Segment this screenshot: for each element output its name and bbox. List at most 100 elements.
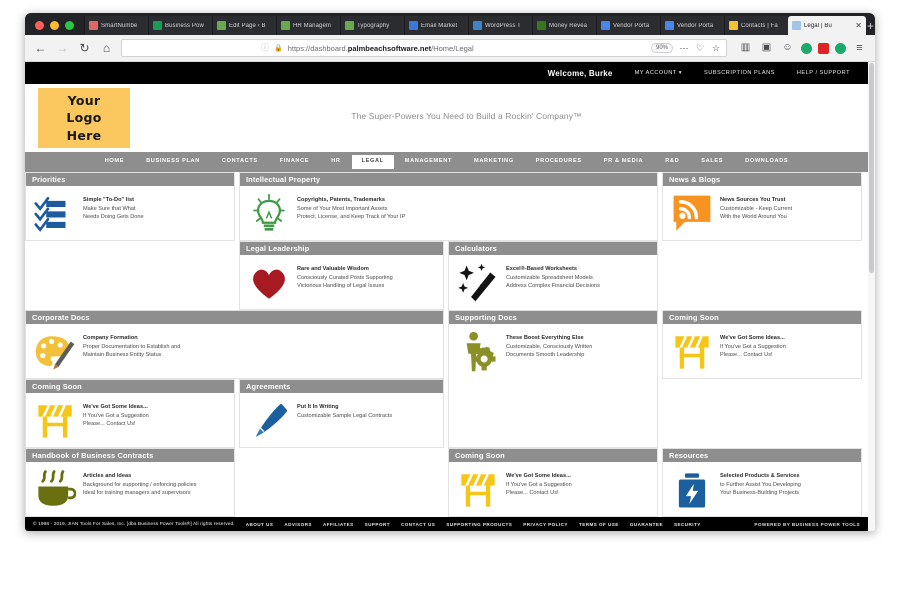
reload-icon[interactable]: ↻ xyxy=(77,42,92,54)
extension-green-circle[interactable] xyxy=(801,42,812,54)
card-body: Put It In Writing Customizable Sample Leg… xyxy=(240,393,443,449)
url-bar[interactable]: ⓘ 🔒 https://dashboard.palmbeachsoftware.… xyxy=(121,39,727,57)
browser-tab[interactable]: Money Revea xyxy=(532,16,596,35)
back-icon[interactable]: ← xyxy=(33,42,48,54)
nav-item-finance[interactable]: FINANCE xyxy=(269,155,320,169)
footer-link-affiliates[interactable]: AFFILIATES xyxy=(323,522,354,527)
card-title: Priorities xyxy=(32,175,66,184)
card-agreements[interactable]: Agreements Put It In Writing Customizable … xyxy=(239,379,444,448)
minimize-window-button[interactable] xyxy=(50,21,59,30)
subscription-plans-link[interactable]: SUBSCRIPTION PLANS xyxy=(704,70,775,76)
browser-tab[interactable]: Contacts | Fa xyxy=(724,16,788,35)
nav-item-hr[interactable]: HR xyxy=(320,155,351,169)
card-line: Please... Contact Us! xyxy=(506,490,559,497)
lock-icon: 🔒 xyxy=(274,45,283,52)
footer-link-supporting-products[interactable]: SUPPORTING PRODUCTS xyxy=(446,522,512,527)
sidebar-icon[interactable]: ▣ xyxy=(759,43,774,53)
card-handbook[interactable]: Handbook of Business Contracts Articles a… xyxy=(25,448,235,517)
hamburger-menu-icon[interactable]: ≡ xyxy=(852,42,867,54)
url-bar-content: ⓘ 🔒 https://dashboard.palmbeachsoftware.… xyxy=(261,44,474,53)
zoom-level-badge[interactable]: 90% xyxy=(650,43,673,53)
site-top-bar: Welcome, Burke MY ACCOUNT ▾ SUBSCRIPTION… xyxy=(25,62,868,84)
help-support-link[interactable]: HELP / SUPPORT xyxy=(797,70,850,76)
footer-link-terms-of-use[interactable]: TERMS OF USE xyxy=(579,522,619,527)
new-tab-button[interactable]: + xyxy=(866,16,875,35)
pen-icon xyxy=(248,400,290,442)
page-scrollbar[interactable] xyxy=(868,62,875,531)
card-corporate-docs[interactable]: Corporate Docs Company Formation Proper Do… xyxy=(25,310,444,379)
card-title: Corporate Docs xyxy=(32,313,90,322)
browser-tab[interactable]: Legal | Bu ✕ xyxy=(788,16,866,35)
bookmark-star-icon[interactable]: ☆ xyxy=(711,43,721,53)
browser-tab[interactable]: Edit Page ‹ B xyxy=(212,16,276,35)
library-icon[interactable]: ▥ xyxy=(738,43,753,53)
scrollbar-thumb[interactable] xyxy=(869,63,874,273)
browser-tab[interactable]: Business Pow xyxy=(148,16,212,35)
card-header: News & Blogs xyxy=(663,173,861,186)
screenshot-root: SmartNumbe Business Pow Edit Page ‹ B HR Ma… xyxy=(0,0,900,589)
browser-tab[interactable]: WordPress T xyxy=(468,16,532,35)
site-main-navigation: HOME BUSINESS PLAN CONTACTS FINANCE HR LEGAL M… xyxy=(25,152,868,172)
card-supporting-docs[interactable]: Supporting Docs These Boost Everything El… xyxy=(448,310,658,448)
battery-bolt-icon xyxy=(671,469,713,511)
nav-item-home[interactable]: HOME xyxy=(94,155,135,169)
nav-item-management[interactable]: MANAGEMENT xyxy=(394,155,463,169)
browser-tab[interactable]: SmartNumbe xyxy=(84,16,148,35)
card-intellectual-property[interactable]: Intellectual Property Copyrights, Patents… xyxy=(239,172,658,241)
card-line: Victorious Handling of Legal Issues xyxy=(297,283,385,290)
nav-item-marketing[interactable]: MARKETING xyxy=(463,155,525,169)
card-resources[interactable]: Resources Selected Products & Services to … xyxy=(662,448,862,517)
home-icon[interactable]: ⌂ xyxy=(99,42,114,54)
browser-tab[interactable]: Email Market xyxy=(404,16,468,35)
card-coming-soon-2[interactable]: Coming Soon We've Got Some Ideas... If You… xyxy=(25,379,235,448)
browser-tab[interactable]: Typography xyxy=(340,16,404,35)
card-coming-soon-3[interactable]: Coming Soon We've Got Some Ideas... If You… xyxy=(448,448,658,517)
my-account-menu[interactable]: MY ACCOUNT ▾ xyxy=(635,70,682,76)
forward-icon[interactable]: → xyxy=(55,42,70,54)
pocket-icon[interactable]: ♡ xyxy=(695,43,705,53)
nav-item-sales[interactable]: SALES xyxy=(690,155,734,169)
card-header: Corporate Docs xyxy=(26,311,443,324)
browser-tab[interactable]: HR Managem xyxy=(276,16,340,35)
card-news-blogs[interactable]: News & Blogs News Sources You Trust Custom… xyxy=(662,172,862,241)
heart-icon xyxy=(248,262,290,304)
close-window-button[interactable] xyxy=(35,21,44,30)
nav-item-procedures[interactable]: PROCEDURES xyxy=(525,155,593,169)
footer-link-guarantee[interactable]: GUARANTEE xyxy=(630,522,663,527)
page-actions-icon[interactable]: ⋯ xyxy=(679,43,689,53)
nav-item-r-d[interactable]: R&D xyxy=(654,155,690,169)
card-body: Selected Products & Services to Further A… xyxy=(663,462,861,518)
footer-link-about-us[interactable]: ABOUT US xyxy=(246,522,274,527)
card-line: If You've Got a Suggestion xyxy=(720,343,786,350)
card-header: Handbook of Business Contracts xyxy=(26,449,234,462)
footer-link-privacy-policy[interactable]: PRIVACY POLICY xyxy=(523,522,568,527)
browser-tab[interactable]: Vendor Porta xyxy=(596,16,660,35)
footer-link-contact-us[interactable]: CONTACT US xyxy=(401,522,435,527)
card-title: Handbook of Business Contracts xyxy=(32,451,154,460)
nav-item-legal[interactable]: LEGAL xyxy=(351,155,394,169)
footer-link-advisors[interactable]: ADVISORS xyxy=(284,522,312,527)
tab-close-icon[interactable]: ✕ xyxy=(855,21,862,30)
footer-link-support[interactable]: SUPPORT xyxy=(365,522,390,527)
maximize-window-button[interactable] xyxy=(65,21,74,30)
card-body: We've Got Some Ideas... If You've Got a S… xyxy=(26,393,234,449)
extension-red-square[interactable] xyxy=(818,42,829,54)
browser-tab[interactable]: Vendor Porta xyxy=(660,16,724,35)
card-priorities[interactable]: Priorities Simple "To-Do" list Make Sure t… xyxy=(25,172,235,241)
card-line: Maintain Business Entity Status xyxy=(83,352,162,359)
nav-item-downloads[interactable]: DOWNLOADS xyxy=(734,155,799,169)
nav-item-contacts[interactable]: CONTACTS xyxy=(211,155,269,169)
card-coming-soon-1[interactable]: Coming Soon We've Got Some Ideas... If You… xyxy=(662,310,862,379)
shield-icon[interactable]: ⓘ xyxy=(261,44,269,52)
account-icon[interactable]: ☺ xyxy=(780,43,795,53)
nav-item-business-plan[interactable]: BUSINESS PLAN xyxy=(135,155,211,169)
footer-link-security[interactable]: SECURITY xyxy=(674,522,701,527)
card-heading: We've Got Some Ideas... xyxy=(506,473,571,479)
card-line: Ideal for training managers and supervis… xyxy=(83,490,191,497)
card-legal-leadership[interactable]: Legal Leadership Rare and Valuable Wisdom… xyxy=(239,241,444,310)
nav-item-pr-media[interactable]: PR & MEDIA xyxy=(593,155,654,169)
card-body: News Sources You Trust Customizable - Kee… xyxy=(663,186,861,242)
card-heading: Copyrights, Patents, Trademarks xyxy=(297,197,385,203)
card-title: Coming Soon xyxy=(32,382,82,391)
extension-green-circle-2[interactable] xyxy=(835,42,846,54)
